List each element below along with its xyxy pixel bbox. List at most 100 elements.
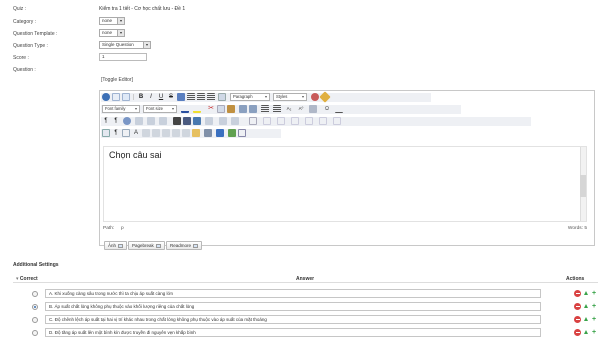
- bold-icon[interactable]: B: [137, 93, 145, 101]
- highlight-color-icon[interactable]: [193, 105, 201, 113]
- bullet-list-icon[interactable]: [261, 105, 269, 113]
- subscript-icon[interactable]: A₂: [285, 105, 293, 113]
- media-icon[interactable]: [135, 117, 143, 125]
- correct-radio[interactable]: [32, 317, 38, 323]
- copy-icon[interactable]: [217, 105, 225, 113]
- unlink-icon[interactable]: [205, 117, 213, 125]
- emotions-icon[interactable]: [228, 129, 236, 137]
- question-template-select-value: none: [102, 30, 113, 35]
- table-cell-props-icon[interactable]: [277, 117, 285, 125]
- answer-input[interactable]: C. Độ chênh lệch áp suất tại hai vị trí …: [45, 315, 541, 324]
- abbr-icon[interactable]: A: [132, 129, 140, 137]
- spellcheck-icon[interactable]: [311, 93, 319, 101]
- hr-icon[interactable]: [204, 129, 212, 137]
- delete-icon[interactable]: [574, 329, 581, 336]
- question-type-select[interactable]: Single Question: [99, 41, 151, 49]
- table-row-props-icon[interactable]: [263, 117, 271, 125]
- del-icon[interactable]: [152, 129, 160, 137]
- acronym-icon[interactable]: [142, 129, 150, 137]
- fullscreen-icon[interactable]: [122, 129, 130, 137]
- paragraph-format-select[interactable]: Paragraph: [230, 93, 270, 101]
- category-select[interactable]: none: [99, 17, 125, 25]
- answer-input[interactable]: A. Khi xuống càng sâu trong nước thì ta …: [45, 289, 541, 298]
- paste-word-icon[interactable]: [249, 105, 257, 113]
- show-blocks-icon[interactable]: ¶: [112, 129, 120, 137]
- delete-col-icon[interactable]: [333, 117, 341, 125]
- insert-col-icon[interactable]: [319, 117, 327, 125]
- underline-icon[interactable]: U: [157, 93, 165, 101]
- correct-radio[interactable]: [32, 330, 38, 336]
- move-up-icon[interactable]: [584, 304, 588, 308]
- col-correct-header[interactable]: ▾ Correct: [16, 276, 38, 282]
- table-icon[interactable]: [249, 117, 257, 125]
- anchor-icon[interactable]: [159, 117, 167, 125]
- paste-text-icon[interactable]: [239, 105, 247, 113]
- align-right-icon[interactable]: [197, 93, 205, 101]
- move-up-icon[interactable]: [584, 317, 588, 321]
- add-icon[interactable]: +: [592, 316, 596, 323]
- cleanup-icon[interactable]: [319, 91, 331, 103]
- insert-row-icon[interactable]: [291, 117, 299, 125]
- correct-radio[interactable]: [32, 291, 38, 297]
- preview-icon[interactable]: [216, 129, 224, 137]
- add-icon[interactable]: +: [592, 329, 596, 336]
- code-icon[interactable]: [238, 129, 246, 137]
- cut-icon[interactable]: ✂: [207, 105, 215, 113]
- redo-icon[interactable]: [231, 117, 239, 125]
- save-icon[interactable]: [122, 93, 130, 101]
- answer-input[interactable]: B. Áp suất chất lỏng không phụ thuộc vào…: [45, 302, 541, 311]
- add-icon[interactable]: +: [592, 303, 596, 310]
- italic-icon[interactable]: I: [147, 93, 155, 101]
- pagebreak-button[interactable]: Pagebreak: [128, 241, 165, 250]
- align-justify-icon[interactable]: [207, 93, 215, 101]
- font-family-select[interactable]: Font family: [102, 105, 140, 113]
- omega-icon[interactable]: Ω: [323, 105, 331, 113]
- question-template-select[interactable]: none: [99, 29, 125, 37]
- font-size-select[interactable]: Font size: [143, 105, 177, 113]
- path-value[interactable]: p: [121, 226, 124, 231]
- new-document-icon[interactable]: [112, 93, 120, 101]
- styles-select[interactable]: Styles: [273, 93, 307, 101]
- toggle-editor-link[interactable]: [Toggle Editor]: [101, 77, 133, 83]
- align-left-icon[interactable]: [177, 93, 185, 101]
- correct-radio[interactable]: [32, 304, 38, 310]
- editor-scrollbar[interactable]: [580, 147, 586, 221]
- attribs-icon[interactable]: [172, 129, 180, 137]
- styleprops-icon[interactable]: [218, 93, 226, 101]
- editor-scrollbar-thumb[interactable]: [580, 175, 586, 197]
- strikethrough-icon[interactable]: S: [167, 93, 175, 101]
- move-up-icon[interactable]: [584, 330, 588, 334]
- paste-icon[interactable]: [227, 105, 235, 113]
- editor-toolbar-row-1: B I U S Paragraph Styles: [101, 91, 431, 103]
- rtl-icon[interactable]: ¶: [112, 117, 120, 125]
- undo-icon[interactable]: [219, 117, 227, 125]
- help-icon[interactable]: [102, 93, 110, 101]
- align-center-icon[interactable]: [187, 93, 195, 101]
- visualaid-icon[interactable]: [102, 129, 110, 137]
- move-up-icon[interactable]: [584, 291, 588, 295]
- replace-icon[interactable]: [183, 117, 191, 125]
- removeformat-icon[interactable]: [309, 105, 317, 113]
- template-icon[interactable]: [147, 117, 155, 125]
- image-icon[interactable]: [123, 117, 131, 125]
- ltr-icon[interactable]: ¶: [102, 117, 110, 125]
- insert-image-button[interactable]: Ảnh: [104, 241, 128, 250]
- text-color-icon[interactable]: [181, 105, 189, 113]
- link-icon[interactable]: [193, 117, 201, 125]
- add-icon[interactable]: +: [592, 290, 596, 297]
- search-icon[interactable]: [173, 117, 181, 125]
- numbered-list-icon[interactable]: [273, 105, 281, 113]
- editor-content-area[interactable]: Chọn câu sai: [103, 146, 587, 222]
- horizontal-rule-icon[interactable]: [335, 105, 343, 113]
- answer-input[interactable]: D. Độ tăng áp suất lên một bình kín được…: [45, 328, 541, 337]
- delete-icon[interactable]: [574, 290, 581, 297]
- delete-row-icon[interactable]: [305, 117, 313, 125]
- readmore-button[interactable]: Readmore: [166, 241, 203, 250]
- nonbreaking-icon[interactable]: [182, 129, 190, 137]
- layer-icon[interactable]: [192, 129, 200, 137]
- superscript-icon[interactable]: Aº: [297, 105, 305, 113]
- score-input[interactable]: 1: [99, 53, 147, 61]
- delete-icon[interactable]: [574, 303, 581, 310]
- ins-icon[interactable]: [162, 129, 170, 137]
- delete-icon[interactable]: [574, 316, 581, 323]
